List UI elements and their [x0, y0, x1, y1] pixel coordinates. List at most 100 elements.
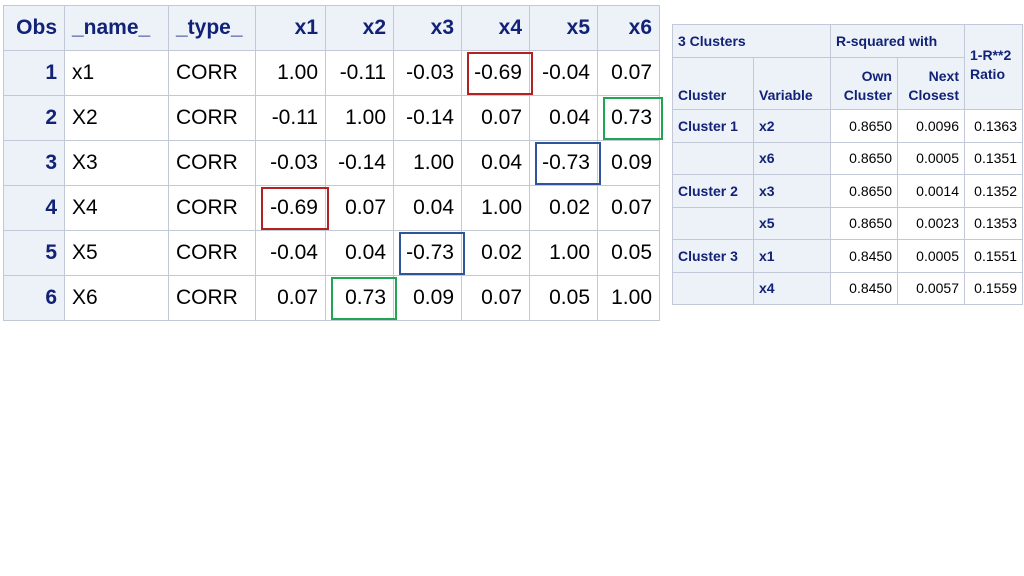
ratio-cell: 0.1551 — [964, 239, 1023, 273]
variable-cell: x5 — [753, 207, 831, 240]
next-closest-cell: 0.0096 — [897, 109, 965, 143]
own-cluster-cell: 0.8650 — [830, 109, 898, 143]
type-cell: CORR — [168, 50, 256, 96]
cluster-label-cell — [672, 272, 754, 305]
ratio-cell: 0.1352 — [964, 174, 1023, 208]
col-header-next-closest: Next Closest — [897, 57, 965, 110]
correlation-cell: 0.09 — [393, 275, 462, 321]
correlation-cell: -0.03 — [255, 140, 326, 186]
table-row: 1 x1 CORR 1.00 -0.11 -0.03 -0.69 -0.04 0.07 — [3, 50, 660, 96]
name-cell: X2 — [64, 95, 169, 141]
variable-cell: x4 — [753, 272, 831, 305]
col-header-x1: x1 — [255, 5, 326, 51]
cluster-label-cell — [672, 142, 754, 175]
table-row: 3 X3 CORR -0.03 -0.14 1.00 0.04 -0.73 0.09 — [3, 140, 660, 186]
ratio-cell: 0.1351 — [964, 142, 1023, 175]
obs-cell: 4 — [3, 185, 65, 231]
correlation-cell: 1.00 — [255, 50, 326, 96]
correlation-cell: 0.07 — [461, 95, 530, 141]
correlation-cell: 0.07 — [461, 275, 530, 321]
next-closest-cell: 0.0014 — [897, 174, 965, 208]
cluster-label-cell: Cluster 3 — [672, 239, 754, 273]
cluster-header-row-1: 3 Clusters R-squared with 1-R**2 Ratio — [672, 24, 1023, 110]
type-cell: CORR — [168, 95, 256, 141]
next-closest-cell: 0.0005 — [897, 239, 965, 273]
ratio-header-line1: 1-R**2 — [970, 47, 1012, 63]
variable-cell: x2 — [753, 109, 831, 143]
variable-cell: x3 — [753, 174, 831, 208]
correlation-cell: -0.73 — [529, 140, 598, 186]
table-row: 4 X4 CORR -0.69 0.07 0.04 1.00 0.02 0.07 — [3, 185, 660, 231]
col-header-ratio: 1-R**2 Ratio — [964, 24, 1023, 110]
correlation-cell: 0.04 — [393, 185, 462, 231]
table-row: Cluster 2 x3 0.8650 0.0014 0.1352 — [672, 174, 1023, 208]
correlation-cell: 0.05 — [597, 230, 660, 276]
correlation-cell: 0.04 — [461, 140, 530, 186]
correlation-cell: -0.69 — [461, 50, 530, 96]
correlation-table: Obs _name_ _type_ x1 x2 x3 x4 x5 x6 1 x1 C… — [3, 5, 660, 321]
own-cluster-cell: 0.8450 — [830, 239, 898, 273]
next-closest-cell: 0.0057 — [897, 272, 965, 305]
cluster-summary-table: 3 Clusters R-squared with 1-R**2 Ratio C… — [672, 24, 1023, 305]
correlation-cell: -0.04 — [529, 50, 598, 96]
correlation-cell: 0.04 — [325, 230, 394, 276]
clusters-title: 3 Clusters — [672, 24, 831, 58]
ratio-cell: 0.1353 — [964, 207, 1023, 240]
rsquared-group-header: R-squared with — [830, 24, 965, 58]
correlation-cell: -0.73 — [393, 230, 462, 276]
col-header-name: _name_ — [64, 5, 169, 51]
next-header-line1: Next — [928, 68, 959, 84]
correlation-cell: 0.07 — [597, 50, 660, 96]
obs-cell: 2 — [3, 95, 65, 141]
next-closest-cell: 0.0023 — [897, 207, 965, 240]
correlation-cell: -0.69 — [255, 185, 326, 231]
own-header-line2: Cluster — [843, 87, 892, 103]
col-header-x4: x4 — [461, 5, 530, 51]
correlation-cell: 0.09 — [597, 140, 660, 186]
correlation-cell: 0.05 — [529, 275, 598, 321]
type-cell: CORR — [168, 185, 256, 231]
correlation-cell: -0.03 — [393, 50, 462, 96]
correlation-cell: 0.07 — [597, 185, 660, 231]
correlation-cell: 1.00 — [529, 230, 598, 276]
type-cell: CORR — [168, 140, 256, 186]
col-header-cluster: Cluster — [672, 57, 754, 110]
own-cluster-cell: 0.8650 — [830, 142, 898, 175]
correlation-cell: 1.00 — [461, 185, 530, 231]
table-row: x6 0.8650 0.0005 0.1351 — [672, 142, 1023, 175]
table-row: Cluster 3 x1 0.8450 0.0005 0.1551 — [672, 239, 1023, 273]
table-row: Cluster 1 x2 0.8650 0.0096 0.1363 — [672, 109, 1023, 143]
obs-cell: 1 — [3, 50, 65, 96]
obs-cell: 3 — [3, 140, 65, 186]
table-row: x4 0.8450 0.0057 0.1559 — [672, 272, 1023, 305]
next-closest-cell: 0.0005 — [897, 142, 965, 175]
own-cluster-cell: 0.8650 — [830, 174, 898, 208]
correlation-cell: -0.04 — [255, 230, 326, 276]
correlation-cell: 0.02 — [461, 230, 530, 276]
own-header-line1: Own — [861, 68, 892, 84]
ratio-cell: 0.1559 — [964, 272, 1023, 305]
table-row: 2 X2 CORR -0.11 1.00 -0.14 0.07 0.04 0.73 — [3, 95, 660, 141]
cluster-label-cell: Cluster 1 — [672, 109, 754, 143]
col-header-x2: x2 — [325, 5, 394, 51]
correlation-cell: 1.00 — [325, 95, 394, 141]
obs-cell: 6 — [3, 275, 65, 321]
next-header-line2: Closest — [908, 87, 959, 103]
name-cell: X3 — [64, 140, 169, 186]
correlation-cell: 0.07 — [325, 185, 394, 231]
col-header-variable: Variable — [753, 57, 831, 110]
table-row: x5 0.8650 0.0023 0.1353 — [672, 207, 1023, 240]
correlation-cell: 0.73 — [597, 95, 660, 141]
own-cluster-cell: 0.8450 — [830, 272, 898, 305]
correlation-cell: -0.14 — [393, 95, 462, 141]
name-cell: X6 — [64, 275, 169, 321]
col-header-own-cluster: Own Cluster — [830, 57, 898, 110]
col-header-x3: x3 — [393, 5, 462, 51]
obs-cell: 5 — [3, 230, 65, 276]
cluster-label-cell — [672, 207, 754, 240]
correlation-cell: 0.02 — [529, 185, 598, 231]
name-cell: X4 — [64, 185, 169, 231]
col-header-x5: x5 — [529, 5, 598, 51]
header-row: Obs _name_ _type_ x1 x2 x3 x4 x5 x6 — [3, 5, 660, 51]
table-row: 5 X5 CORR -0.04 0.04 -0.73 0.02 1.00 0.05 — [3, 230, 660, 276]
